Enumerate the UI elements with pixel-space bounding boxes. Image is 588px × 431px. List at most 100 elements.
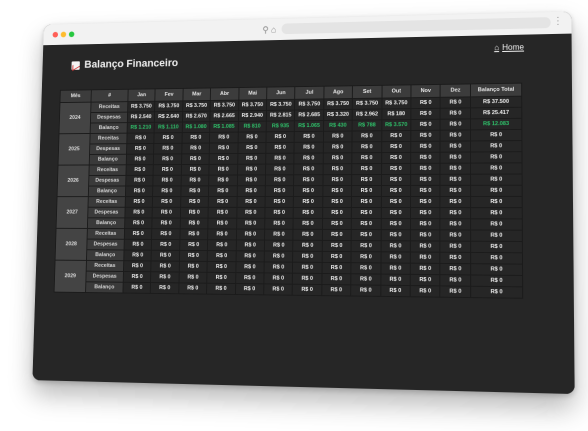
- value-cell: R$ 0: [153, 153, 182, 165]
- value-cell: R$ 0: [265, 174, 295, 186]
- value-cell: R$ 2.940: [238, 110, 267, 122]
- menu-kebab-icon[interactable]: ⋮: [553, 16, 563, 28]
- value-cell: R$ 2.685: [294, 109, 324, 121]
- value-cell: R$ 3.750: [323, 98, 353, 110]
- value-cell: R$ 0: [322, 240, 352, 252]
- column-header: #: [91, 89, 129, 103]
- value-cell: R$ 0: [124, 239, 152, 251]
- value-cell: R$ 0: [440, 107, 471, 120]
- value-cell: R$ 0: [264, 229, 294, 241]
- value-cell: R$ 0: [380, 207, 411, 219]
- value-cell: R$ 0: [440, 96, 471, 109]
- value-cell: R$ 0: [440, 285, 471, 298]
- value-cell: R$ 0: [152, 196, 181, 208]
- value-cell: R$ 0: [410, 174, 441, 186]
- value-cell: R$ 0: [440, 129, 471, 142]
- year-cell: 2027: [56, 196, 89, 229]
- value-cell: R$ 430: [323, 120, 353, 132]
- value-cell: R$ 12.083: [470, 118, 522, 130]
- value-cell: R$ 0: [321, 262, 352, 274]
- year-cell: 2024: [59, 102, 92, 134]
- value-cell: R$ 0: [264, 250, 294, 263]
- row-label-cell: Balanço: [87, 217, 125, 229]
- table-body: 2024 Receitas R$ 3.750 R$ 3.750 R$ 3.750 R$ 3…: [54, 96, 523, 299]
- value-cell: R$ 0: [264, 240, 294, 252]
- value-cell: R$ 0: [293, 174, 323, 186]
- value-cell: R$ 0: [322, 207, 352, 219]
- value-cell: R$ 0: [292, 262, 322, 274]
- value-cell: R$ 0: [236, 229, 265, 241]
- value-cell: R$ 1.065: [294, 120, 324, 132]
- value-cell: R$ 0: [265, 163, 295, 175]
- page-title-text: Balanço Financeiro: [84, 57, 179, 71]
- value-cell: R$ 0: [293, 240, 323, 252]
- row-label-cell: Balanço: [88, 185, 126, 197]
- value-cell: R$ 0: [209, 164, 238, 176]
- value-cell: R$ 0: [410, 185, 441, 197]
- row-label-cell: Despesas: [88, 175, 126, 187]
- value-cell: R$ 0: [207, 239, 237, 251]
- value-cell: R$ 0: [380, 285, 411, 297]
- minimize-window-button[interactable]: [60, 31, 67, 38]
- value-cell: R$ 0: [265, 196, 294, 208]
- value-cell: R$ 0: [181, 143, 210, 154]
- value-cell: R$ 0: [150, 282, 179, 294]
- value-cell: R$ 0: [122, 282, 151, 294]
- value-cell: R$ 0: [293, 207, 323, 219]
- row-label-cell: Despesas: [89, 143, 127, 155]
- address-bar[interactable]: [281, 17, 551, 35]
- value-cell: R$ 0: [237, 131, 267, 143]
- value-cell: R$ 0: [152, 217, 181, 229]
- value-cell: R$ 1.085: [209, 121, 239, 133]
- value-cell: R$ 0: [153, 143, 182, 155]
- value-cell: R$ 0: [237, 142, 267, 154]
- row-label-cell: Receitas: [86, 260, 124, 272]
- value-cell: R$ 0: [470, 274, 523, 287]
- row-label-cell: Balanço: [85, 281, 124, 294]
- value-cell: R$ 0: [125, 164, 154, 176]
- value-cell: R$ 2.640: [154, 111, 183, 123]
- value-cell: R$ 0: [123, 260, 152, 272]
- row-label-cell: Receitas: [88, 164, 127, 176]
- value-cell: R$ 0: [123, 271, 152, 283]
- value-cell: R$ 0: [265, 153, 295, 165]
- value-cell: R$ 0: [440, 163, 471, 175]
- row-label-cell: Receitas: [90, 101, 128, 113]
- home-nav-icon[interactable]: ⌂: [271, 24, 276, 36]
- value-cell: R$ 0: [440, 174, 471, 186]
- value-cell: R$ 0: [179, 228, 209, 240]
- value-cell: R$ 0: [321, 284, 352, 297]
- maximize-window-button[interactable]: [68, 31, 75, 38]
- value-cell: R$ 0: [123, 249, 152, 261]
- value-cell: R$ 0: [207, 228, 237, 240]
- home-link-label: Home: [502, 42, 525, 53]
- value-cell: R$ 3.750: [154, 100, 183, 112]
- house-icon: ⌂: [494, 43, 500, 53]
- value-cell: R$ 0: [235, 250, 265, 262]
- value-cell: R$ 0: [381, 141, 411, 153]
- value-cell: R$ 0: [470, 196, 523, 208]
- column-header: Fev: [155, 88, 184, 102]
- value-cell: R$ 0: [470, 129, 522, 141]
- value-cell: R$ 0: [351, 262, 381, 275]
- value-cell: R$ 0: [206, 283, 236, 295]
- chart-icon: [71, 60, 80, 70]
- value-cell: R$ 0: [410, 285, 441, 298]
- value-cell: R$ 0: [440, 274, 471, 287]
- value-cell: R$ 3.750: [294, 98, 324, 111]
- value-cell: R$ 0: [322, 196, 352, 208]
- year-cell: 2025: [58, 133, 91, 166]
- value-cell: R$ 2.962: [352, 108, 382, 121]
- close-window-button[interactable]: [52, 31, 59, 38]
- value-cell: R$ 0: [410, 141, 441, 153]
- value-cell: R$ 0: [470, 286, 523, 299]
- home-link[interactable]: ⌂ Home: [494, 43, 524, 53]
- page-content: Balanço Financeiro ⌂ Home Mês # Jan Fev Mar A…: [32, 33, 575, 395]
- value-cell: R$ 3.570: [381, 119, 411, 131]
- screenshot-stage: ⚲ ⌂ ⋮ Balanço Financeiro ⌂ Home Mês # Ja…: [0, 0, 588, 431]
- value-cell: R$ 0: [410, 274, 441, 286]
- value-cell: R$ 2.670: [182, 111, 211, 123]
- search-icon[interactable]: ⚲: [262, 24, 268, 36]
- value-cell: R$ 0: [470, 185, 523, 197]
- value-cell: R$ 0: [292, 251, 323, 263]
